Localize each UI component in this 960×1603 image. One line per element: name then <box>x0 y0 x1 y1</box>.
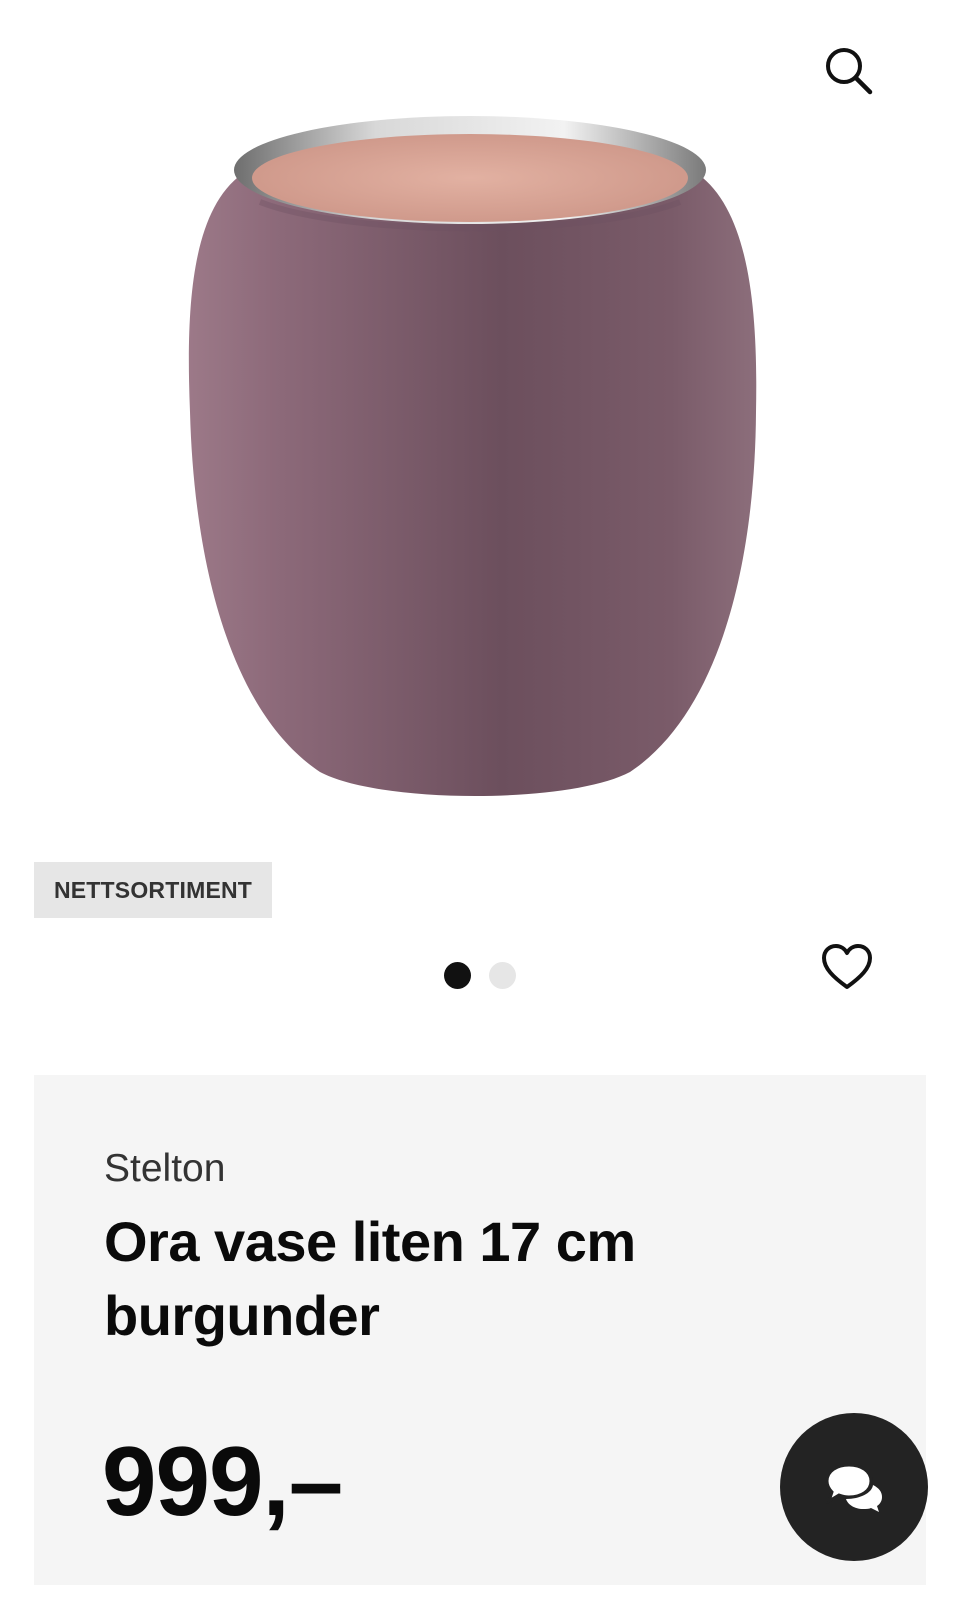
availability-badge: NETTSORTIMENT <box>34 862 272 918</box>
chat-button[interactable] <box>780 1413 928 1561</box>
product-title: Ora vase liten 17 cm burgunder <box>104 1210 636 1347</box>
vase-image <box>188 116 757 796</box>
product-price: 999,– <box>102 1426 343 1536</box>
heart-icon <box>822 944 872 989</box>
search-button[interactable] <box>820 42 876 98</box>
carousel-dot-2[interactable] <box>489 962 516 989</box>
chat-bubbles-icon <box>825 1463 882 1512</box>
product-page: NETTSORTIMENT Stelton Ora vase liten 17 … <box>0 0 960 1603</box>
product-image[interactable] <box>150 92 810 822</box>
search-icon <box>826 48 873 95</box>
favorite-button[interactable] <box>818 938 876 996</box>
image-carousel-indicator <box>444 962 516 989</box>
carousel-dot-1[interactable] <box>444 962 471 989</box>
product-brand[interactable]: Stelton <box>104 1147 225 1191</box>
